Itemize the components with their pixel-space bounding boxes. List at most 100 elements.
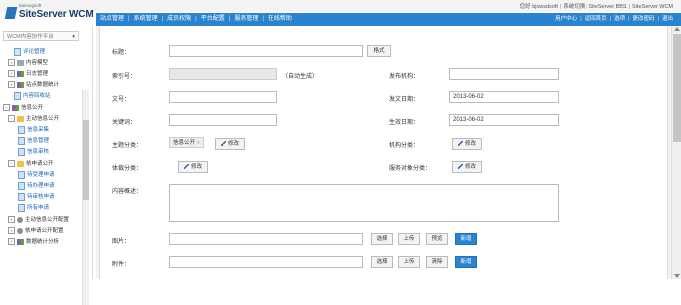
user-center-link[interactable]: 用户中心 bbox=[555, 16, 577, 22]
attach-label: 附件： bbox=[112, 262, 131, 268]
tree-item-active-config[interactable]: + 主动信息公开配置 bbox=[8, 215, 69, 225]
main-nav: 站点管理 | 系统管理 | 成员权限 | 平台配置 | 服务管理 | 在线帮助 用户中心 | 返回首页 |… bbox=[96, 13, 681, 26]
tree-item-info-collect[interactable]: 信息采集 bbox=[18, 125, 49, 135]
user-greeting: 您好 bjxwsdsoft bbox=[519, 4, 558, 10]
index-input bbox=[169, 68, 277, 80]
gear-icon bbox=[17, 216, 23, 223]
expand-icon[interactable]: + bbox=[8, 227, 15, 235]
folder-icon bbox=[17, 115, 24, 122]
topic-edit-button[interactable]: 修改 bbox=[215, 138, 245, 150]
grid-icon bbox=[17, 59, 24, 66]
nav-site-management[interactable]: 站点管理 bbox=[96, 13, 128, 26]
nav-right-links: 用户中心 | 返回首页 | 选项 | 更改密码 | 退出 bbox=[555, 16, 673, 22]
keywords-input[interactable] bbox=[169, 114, 277, 126]
nav-platform-config[interactable]: 平台配置 bbox=[197, 13, 229, 26]
summary-textarea[interactable] bbox=[169, 184, 559, 222]
tree-item-info-review[interactable]: 信息审核 bbox=[18, 147, 49, 157]
expand-icon[interactable]: + bbox=[8, 70, 15, 78]
tree-item-data-analysis[interactable]: + 数据统计分析 bbox=[8, 237, 59, 247]
sidebar-scrollbar-thumb[interactable] bbox=[83, 120, 89, 200]
app-logo[interactable]: bairongsoft SiteServer WCM bbox=[4, 2, 96, 24]
attach-clear-button[interactable]: 清除 bbox=[426, 256, 448, 268]
recycle-icon bbox=[14, 91, 21, 100]
audience-edit-button[interactable]: 修改 bbox=[452, 161, 482, 173]
nav-system-management[interactable]: 系统管理 bbox=[130, 13, 162, 26]
pencil-icon bbox=[457, 141, 463, 147]
site-select[interactable]: WCM内容协作平台 ▾ bbox=[3, 31, 79, 41]
tree-item-recycle-bin[interactable]: 内容回收站 bbox=[14, 91, 51, 101]
tree-item-info-manage[interactable]: 信息管理 bbox=[18, 136, 49, 146]
expand-icon[interactable]: + bbox=[8, 59, 15, 67]
system-switch-wcm-link[interactable]: SiteServer WCM bbox=[632, 4, 673, 10]
tree-item-pending-handle[interactable]: 待办理申请 bbox=[18, 181, 55, 191]
image-add-button[interactable]: 新增 bbox=[455, 233, 477, 245]
image-select-button[interactable]: 选择 bbox=[371, 233, 393, 245]
logo-product: SiteServer WCM bbox=[19, 9, 94, 20]
options-link[interactable]: 选项 bbox=[614, 16, 625, 22]
title-input[interactable] bbox=[169, 45, 363, 57]
document-icon bbox=[18, 125, 25, 134]
collapse-icon[interactable]: − bbox=[3, 104, 10, 112]
image-preview-button[interactable]: 预览 bbox=[426, 233, 448, 245]
sidebar: WCM内容协作平台 ▾ 评论管理 + 内容模型 + 日志管理 + 站点数据统计 内容回… bbox=[0, 26, 93, 305]
image-upload-button[interactable]: 上传 bbox=[398, 233, 420, 245]
collapse-icon[interactable]: − bbox=[8, 160, 15, 168]
docno-input[interactable] bbox=[169, 91, 277, 103]
tree-item-request-disclosure[interactable]: − 依申请公开 bbox=[8, 159, 54, 169]
org-label: 机构分类： bbox=[389, 143, 420, 149]
logo-company: bairongsoft bbox=[19, 3, 42, 8]
tree-item-comment-mgmt[interactable]: 评论管理 bbox=[14, 47, 45, 57]
tree-item-all-requests[interactable]: 所有申请 bbox=[18, 203, 49, 213]
change-password-link[interactable]: 更改密码 bbox=[633, 16, 655, 22]
collapse-icon[interactable]: − bbox=[8, 115, 15, 123]
system-switch-bbs-link[interactable]: 系统切换: SiteServer BBS bbox=[563, 4, 626, 10]
home-link[interactable]: 返回首页 bbox=[585, 16, 607, 22]
document-icon bbox=[14, 47, 21, 56]
attach-input[interactable] bbox=[169, 256, 363, 268]
nav-member-permissions[interactable]: 成员权限 bbox=[163, 13, 195, 26]
expand-icon[interactable]: + bbox=[8, 216, 15, 224]
genre-edit-button[interactable]: 修改 bbox=[178, 161, 208, 173]
logo-icon bbox=[4, 7, 18, 19]
pubdate-input[interactable]: 2013-06-02 bbox=[449, 91, 559, 103]
sidebar-scrollbar[interactable] bbox=[82, 90, 89, 305]
document-icon bbox=[18, 136, 25, 145]
nav-service-management[interactable]: 服务管理 bbox=[230, 13, 262, 26]
format-button[interactable]: 格式 bbox=[367, 45, 391, 57]
chart-icon bbox=[12, 104, 19, 111]
tree-item-active-disclosure[interactable]: − 主动信息公开 bbox=[8, 114, 59, 124]
tree-item-info-disclosure[interactable]: − 信息公开 bbox=[3, 103, 43, 113]
content-scrollbar-thumb[interactable] bbox=[673, 34, 681, 142]
document-icon bbox=[18, 170, 25, 179]
scroll-down-icon[interactable] bbox=[674, 274, 680, 278]
image-label: 图片： bbox=[112, 239, 131, 245]
document-icon bbox=[18, 147, 25, 156]
summary-label: 内容概述： bbox=[112, 189, 143, 195]
tree-item-log-mgmt[interactable]: + 日志管理 bbox=[8, 69, 48, 79]
top-links: 您好 bjxwsdsoft | 系统切换: SiteServer BBS | SiteS… bbox=[519, 4, 673, 10]
effdate-input[interactable]: 2013-06-02 bbox=[449, 114, 559, 126]
scroll-up-icon[interactable] bbox=[674, 27, 680, 31]
expand-icon[interactable]: + bbox=[8, 81, 15, 89]
top-bar: 您好 bjxwsdsoft | 系统切换: SiteServer BBS | SiteS… bbox=[0, 0, 681, 12]
tree-item-pending-review[interactable]: 待审核申请 bbox=[18, 192, 55, 202]
logout-link[interactable]: 退出 bbox=[662, 16, 673, 22]
attach-upload-button[interactable]: 上传 bbox=[398, 256, 420, 268]
topic-tag: 信息公开 × bbox=[169, 137, 204, 148]
index-hint: （自动生成） bbox=[282, 74, 319, 80]
attach-add-button[interactable]: 新增 bbox=[455, 256, 477, 268]
publisher-label: 发布机构： bbox=[389, 74, 420, 80]
close-icon[interactable]: × bbox=[197, 140, 200, 145]
image-input[interactable] bbox=[169, 233, 363, 245]
tree-item-pending-accept[interactable]: 待受理申请 bbox=[18, 170, 55, 180]
tree-item-content-model[interactable]: + 内容模型 bbox=[8, 58, 48, 68]
tree-item-request-config[interactable]: + 依申请公开配置 bbox=[8, 226, 64, 236]
content-scrollbar[interactable] bbox=[671, 26, 681, 279]
nav-online-help[interactable]: 在线帮助 bbox=[264, 13, 296, 26]
effdate-label: 生效日期： bbox=[389, 120, 420, 126]
attach-select-button[interactable]: 选择 bbox=[371, 256, 393, 268]
publisher-input[interactable] bbox=[449, 68, 559, 80]
tree-item-site-stats[interactable]: + 站点数据统计 bbox=[8, 80, 59, 90]
expand-icon[interactable]: + bbox=[8, 238, 15, 246]
org-edit-button[interactable]: 修改 bbox=[452, 138, 482, 150]
